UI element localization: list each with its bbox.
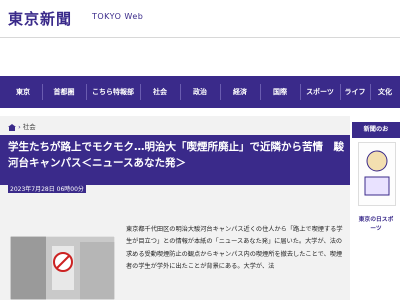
main-nav: 東京 首都圏 こちら特報部 社会 政治 経済 国際 スポーツ ライフ 文化: [0, 76, 400, 108]
breadcrumb-separator: ›: [18, 123, 21, 131]
nav-divider: [86, 84, 87, 100]
nav-item-tokyo[interactable]: 東京: [6, 76, 40, 108]
site-logo[interactable]: 東京新聞: [8, 8, 72, 29]
nav-item-bunka[interactable]: 文化: [372, 76, 398, 108]
header-divider: [0, 37, 400, 38]
nav-item-life[interactable]: ライフ: [342, 76, 368, 108]
nav-divider: [180, 84, 181, 100]
nav-item-keizai[interactable]: 経済: [222, 76, 258, 108]
site-header: 東京新聞 TOKYO Web: [0, 0, 400, 76]
home-icon[interactable]: [8, 123, 16, 131]
breadcrumb: › 社会: [8, 121, 36, 133]
nav-item-sports[interactable]: スポーツ: [302, 76, 338, 108]
sidebar-promo-caption[interactable]: 東京の日スポーツ: [356, 214, 396, 232]
sidebar-heading[interactable]: 新聞のお: [352, 122, 400, 138]
nav-divider: [42, 84, 43, 100]
nav-divider: [340, 84, 341, 100]
sidebar-promo-image[interactable]: [358, 142, 396, 206]
nav-item-kokusai[interactable]: 国際: [262, 76, 298, 108]
nav-item-tokuhou[interactable]: こちら特報部: [88, 76, 138, 108]
article-title: 学生たちが路上でモクモク…明治大「喫煙所廃止」で近隣から苦情 駿河台キャンパス＜…: [8, 141, 344, 169]
breadcrumb-category[interactable]: 社会: [23, 123, 36, 131]
nav-divider: [260, 84, 261, 100]
article-body: 東京都千代田区の明治大駿河台キャンパス近くの住人から「路上で喫煙する学生が目立つ…: [126, 226, 343, 270]
nav-item-shakai[interactable]: 社会: [142, 76, 178, 108]
nav-divider: [370, 84, 371, 100]
nav-item-seiji[interactable]: 政治: [182, 76, 218, 108]
nav-item-shutoken[interactable]: 首都圏: [44, 76, 84, 108]
article-date: 2023年7月28日 06時00分: [8, 184, 86, 193]
nav-divider: [140, 84, 141, 100]
site-logo-sub: TOKYO Web: [92, 12, 144, 21]
nav-divider: [220, 84, 221, 100]
article-photo[interactable]: [10, 236, 115, 300]
nav-divider: [300, 84, 301, 100]
